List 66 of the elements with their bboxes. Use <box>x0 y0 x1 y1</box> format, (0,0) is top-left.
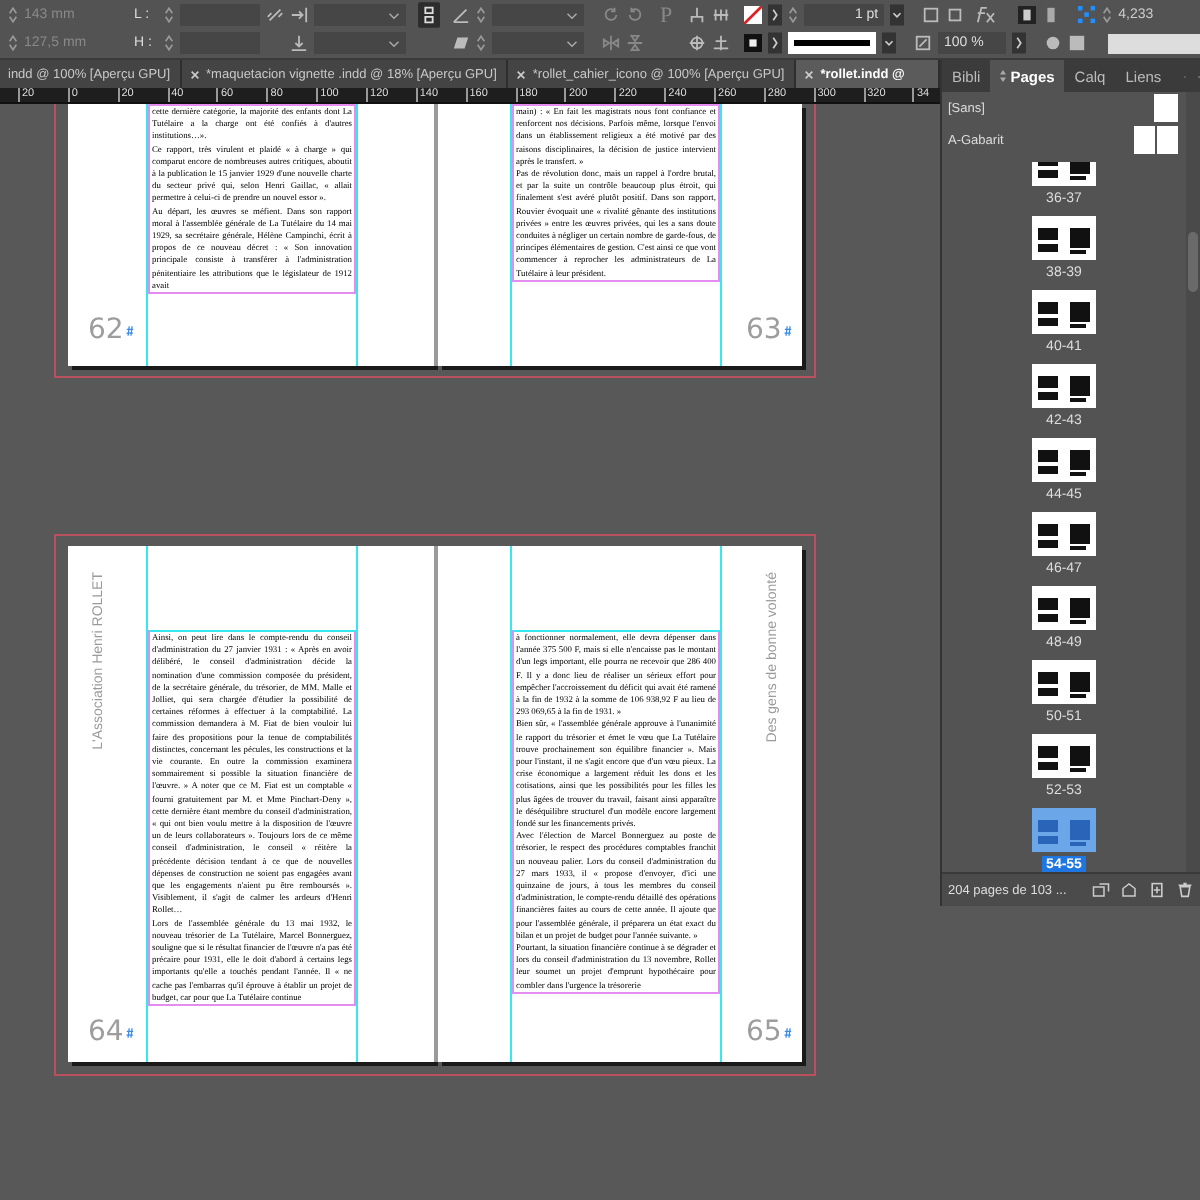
story-end-icon <box>783 1025 792 1039</box>
spinner-icon[interactable] <box>164 34 174 52</box>
spread-thumbnail <box>1032 512 1096 556</box>
flip-icon[interactable] <box>626 34 644 52</box>
caret-icon <box>388 11 400 19</box>
shear-icon <box>452 34 470 52</box>
page-number: 64 <box>88 1016 124 1048</box>
close-icon[interactable] <box>516 69 527 79</box>
caret-icon[interactable] <box>890 4 905 26</box>
dropdown-field[interactable] <box>314 32 406 54</box>
flip-icon[interactable] <box>602 34 620 52</box>
spinner-icon[interactable] <box>476 6 486 24</box>
page-number: 62 <box>88 314 124 346</box>
text-field[interactable] <box>1108 33 1200 53</box>
dropdown-field[interactable] <box>314 4 406 26</box>
caret-icon <box>566 11 578 19</box>
spinner-icon[interactable] <box>164 6 174 24</box>
spinner-icon[interactable] <box>8 6 18 24</box>
spread-thumbnail <box>1032 364 1096 408</box>
close-icon[interactable] <box>804 69 815 79</box>
story-end-icon <box>783 323 792 337</box>
story-end-icon <box>125 323 134 337</box>
text-frame[interactable] <box>512 630 720 994</box>
chevron-icon[interactable] <box>768 4 783 26</box>
caret-icon[interactable] <box>882 32 896 54</box>
spread-thumbnail <box>1032 438 1096 482</box>
angle-field[interactable] <box>492 4 584 26</box>
text-frame[interactable] <box>148 630 356 1007</box>
trash-icon[interactable] <box>1176 882 1194 898</box>
new-page-icon[interactable] <box>1148 882 1166 898</box>
scale-icon[interactable] <box>914 34 932 52</box>
chevron-icon[interactable] <box>1012 32 1026 54</box>
stroke-style-field[interactable] <box>788 32 876 54</box>
page-size-icon[interactable] <box>1120 882 1138 898</box>
spinner-icon[interactable] <box>8 34 18 52</box>
effects-icon[interactable] <box>974 6 997 24</box>
spread-thumbnail <box>1032 808 1096 852</box>
rotate-icon[interactable] <box>626 6 644 24</box>
spread-thumbnail <box>1032 586 1096 630</box>
double-page-icon <box>1134 126 1178 154</box>
spread-thumbnail <box>1032 660 1096 704</box>
fill-swatch-icon[interactable] <box>744 34 762 52</box>
spread-thumbnail <box>1032 216 1096 260</box>
grid-icon[interactable] <box>1078 6 1097 24</box>
spinner-icon[interactable] <box>1102 6 1113 24</box>
text-frame[interactable] <box>148 104 356 295</box>
caret-icon <box>388 39 400 47</box>
scrollbar-thumb[interactable] <box>1188 232 1198 292</box>
chevron-icon[interactable] <box>768 32 782 54</box>
spinner-icon[interactable] <box>476 34 486 52</box>
caret-icon <box>566 39 578 47</box>
text-frame[interactable] <box>512 104 720 282</box>
story-end-icon <box>125 1025 134 1039</box>
spread-thumbnail <box>1032 162 1096 186</box>
page-number: 63 <box>746 314 782 346</box>
page-number: 65 <box>746 1016 782 1048</box>
grip-icon[interactable] <box>1000 70 1007 82</box>
spread-thumbnail <box>1032 290 1096 334</box>
page-size-icon[interactable] <box>1092 882 1110 898</box>
rotate-icon[interactable] <box>602 6 620 24</box>
angle-icon <box>452 6 470 24</box>
no-stroke-swatch-icon[interactable] <box>744 6 763 24</box>
shear-field[interactable] <box>492 32 584 54</box>
spread-thumbnail <box>1032 734 1096 778</box>
single-page-icon <box>1154 94 1178 122</box>
close-icon[interactable] <box>190 69 201 79</box>
